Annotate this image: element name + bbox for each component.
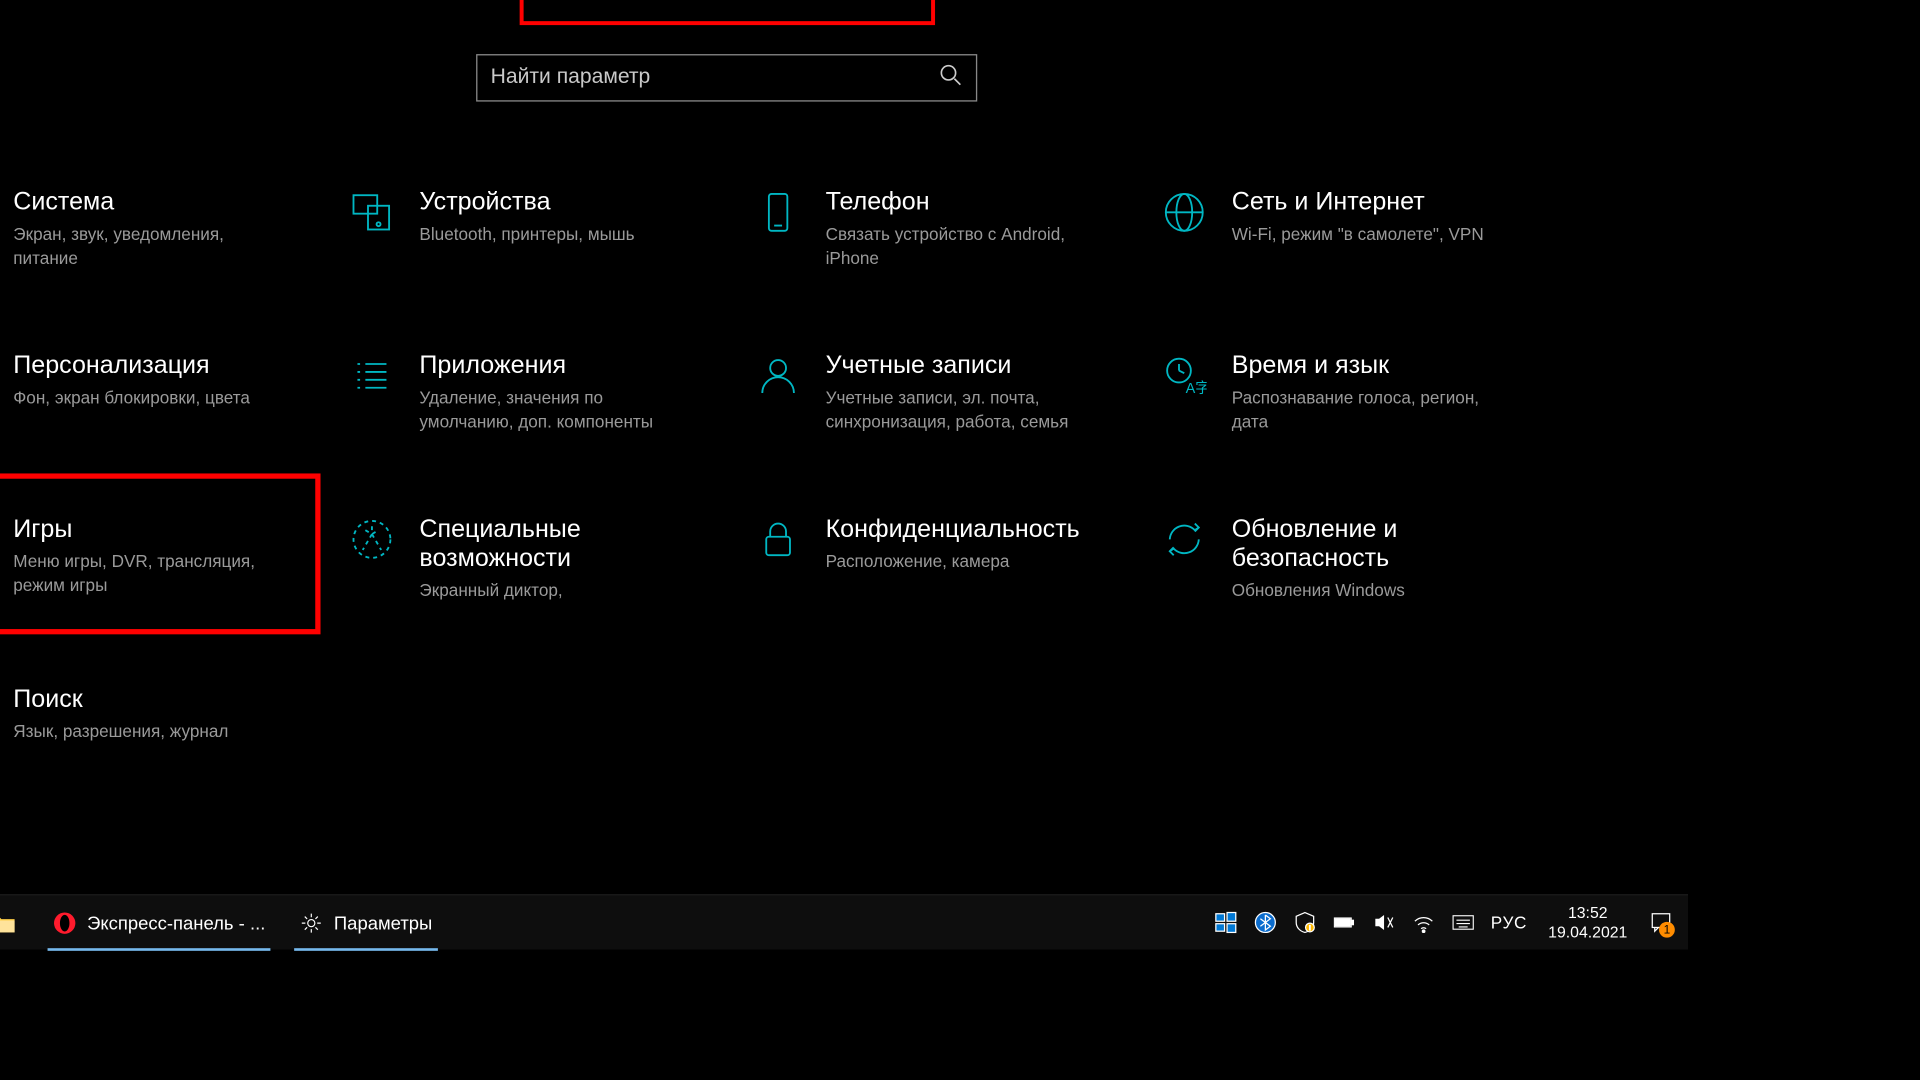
svg-text:!: ! [1309,925,1311,932]
category-update-security[interactable]: Обновление и безопасность Обновления Wind… [1158,511,1554,608]
category-label: Телефон [826,189,1103,218]
category-ease-of-access[interactable]: Специальные возможности Экранный диктор, [346,511,742,608]
category-label: Персонализация [13,352,250,381]
system-tray: ! РУС 13:52 19.04.2021 1 [1214,903,1680,943]
ease-of-access-icon [348,516,395,563]
opera-icon [53,911,77,935]
tray-windows-update-icon[interactable] [1214,911,1238,935]
category-label: Время и язык [1232,352,1509,381]
svg-text:A字: A字 [1186,380,1207,397]
category-subtitle: Удаление, значения по умолчанию, доп. ко… [419,387,696,433]
taskbar-app-label: Экспресс-панель - ... [87,912,265,933]
tray-security-icon[interactable]: ! [1293,911,1317,935]
tray-notifications-icon[interactable]: 1 [1648,911,1672,935]
category-subtitle: Bluetooth, принтеры, мышь [419,223,634,246]
category-label: Приложения [419,352,696,381]
category-personalization[interactable]: Персонализация Фон, экран блокировки, цве… [0,347,335,438]
taskbar: Экспресс-панель - ... Параметры ! РУС 13… [0,894,1688,949]
taskbar-app-label: Параметры [334,912,432,933]
category-subtitle: Распознавание голоса, регион, дата [1232,387,1509,433]
network-icon [1161,189,1208,236]
tray-time: 13:52 [1568,903,1608,923]
search-icon [939,63,963,93]
category-subtitle: Меню игры, DVR, трансляция, режим игры [13,550,290,596]
tray-volume-icon[interactable] [1372,911,1396,935]
category-subtitle: Обновления Windows [1232,579,1509,602]
taskbar-app-settings[interactable]: Параметры [286,895,445,950]
category-subtitle: Учетные записи, эл. почта, синхронизация… [826,387,1103,433]
category-subtitle: Фон, экран блокировки, цвета [13,387,250,410]
category-gaming[interactable]: Игры Меню игры, DVR, трансляция, режим иг… [0,511,335,608]
folder-icon [0,909,16,935]
privacy-icon [754,516,801,563]
category-subtitle: Экран, звук, уведомления, питание [13,223,290,269]
category-label: Сеть и Интернет [1232,189,1484,218]
settings-grid: Система Экран, звук, уведомления, питание… [0,183,1522,748]
category-accounts[interactable]: Учетные записи Учетные записи, эл. почта,… [752,347,1148,438]
page-title-highlight: Параметры Windows [520,0,935,25]
category-subtitle: Расположение, камера [826,550,1080,573]
category-subtitle: Wi-Fi, режим "в самолете", VPN [1232,223,1484,246]
category-subtitle: Язык, разрешения, журнал [13,720,228,743]
tray-keyboard-icon[interactable] [1451,911,1475,935]
category-phone[interactable]: Телефон Связать устройство с Android, iPh… [752,183,1148,274]
tray-date: 19.04.2021 [1548,922,1627,942]
phone-icon [754,189,801,236]
category-subtitle: Экранный диктор, [419,579,696,602]
category-privacy[interactable]: Конфиденциальность Расположение, камера [752,511,1148,608]
tray-wifi-icon[interactable] [1412,911,1436,935]
taskbar-app-opera[interactable]: Экспресс-панель - ... [40,895,279,950]
category-network[interactable]: Сеть и Интернет Wi-Fi, режим "в самолете"… [1158,183,1554,274]
time-language-icon: A字 [1161,352,1208,399]
category-subtitle: Связать устройство с Android, iPhone [826,223,1103,269]
tray-clock[interactable]: 13:52 19.04.2021 [1543,903,1633,943]
category-time-language[interactable]: A字 Время и язык Распознавание голоса, рег… [1158,347,1554,438]
devices-icon [348,189,395,236]
tray-battery-icon[interactable] [1332,911,1356,935]
category-label: Учетные записи [826,352,1103,381]
category-devices[interactable]: Устройства Bluetooth, принтеры, мышь [346,183,742,274]
tray-language[interactable]: РУС [1491,913,1527,933]
category-label: Игры [13,516,290,545]
tray-bluetooth-icon[interactable] [1253,911,1277,935]
category-apps[interactable]: Приложения Удаление, значения по умолчани… [346,347,742,438]
category-label: Система [13,189,290,218]
category-label: Обновление и безопасность [1232,516,1509,574]
accounts-icon [754,352,801,399]
category-label: Конфиденциальность [826,516,1080,545]
update-security-icon [1161,516,1208,563]
category-label: Специальные возможности [419,516,696,574]
category-system[interactable]: Система Экран, звук, уведомления, питание [0,183,335,274]
apps-icon [348,352,395,399]
gear-icon [300,911,324,935]
search-input[interactable] [491,66,939,90]
category-label: Устройства [419,189,634,218]
search-box[interactable] [476,54,977,101]
file-explorer-button[interactable] [0,895,32,950]
notification-badge: 1 [1659,921,1675,937]
category-label: Поиск [13,685,228,714]
category-search[interactable]: Поиск Язык, разрешения, журнал [0,680,335,748]
